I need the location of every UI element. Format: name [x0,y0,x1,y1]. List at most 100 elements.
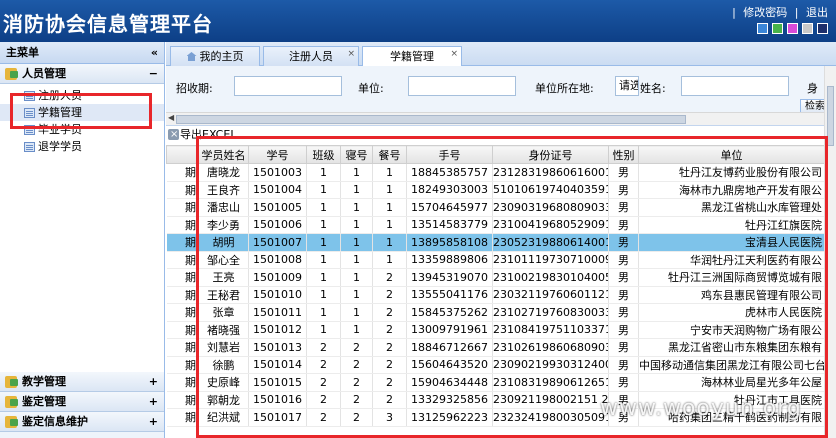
table-row[interactable]: 期李少勇 1501006 1 1 1 13514583779 231004196805290… [166,216,824,234]
table-row[interactable]: 期王亮 1501009 1 1 2 13945319070 2310021983010400… [166,268,824,287]
student-grid: 学员姓名 学号 班级 寝号 餐号 手号 身份证号 性别 单位 期唐晓龙 15010… [166,145,824,438]
grid-vertical-scrollbar[interactable] [824,66,836,438]
table-cell: 1 [372,251,407,269]
tab-registered[interactable]: 注册人员 × [263,46,359,66]
column-header[interactable]: 性别 [608,145,639,164]
sidebar-item-withdrawn[interactable]: 退学学员 [0,138,164,155]
table-cell: 1 [306,198,341,217]
scroll-left-icon[interactable]: ◀ [168,113,174,122]
table-cell: 男 [608,251,639,269]
table-cell: 1 [372,233,407,252]
table-row[interactable]: 期唐晓龙 1501003 1 1 1 18845385757 231283198606160… [166,163,824,182]
excel-icon [168,126,179,143]
table-cell: 1501004 [248,181,307,199]
table-cell: 张章 [198,303,249,322]
table-cell: 男 [608,356,639,374]
table-row[interactable]: 期张章 1501011 1 1 2 15845375262 2310271976083003… [166,303,824,322]
table-cell: 2 [372,268,407,287]
collapse-sidebar-button[interactable]: « [151,42,158,64]
table-cell: 期 [166,391,199,409]
group-appraisal-info[interactable]: 鉴定信息维护 + [0,412,164,432]
theme-green-button[interactable] [772,23,783,34]
group-teaching[interactable]: 教学管理 + [0,372,164,392]
table-cell: 2 [372,303,407,322]
expand-group-button[interactable]: + [149,412,158,432]
close-icon[interactable]: × [347,45,355,64]
logout-link[interactable]: 退出 [806,6,828,19]
table-cell: 2 [306,373,341,392]
table-cell: 牡丹江友博药业股份有限公司 [638,163,824,182]
group-appraisal[interactable]: 鉴定管理 + [0,392,164,412]
theme-blue-button[interactable] [757,23,768,34]
id-label: 身 [807,82,818,95]
column-header[interactable]: 班级 [306,145,341,164]
column-header[interactable]: 单位 [638,145,824,164]
collapse-group-button[interactable]: − [149,64,158,84]
theme-gray-button[interactable] [802,23,813,34]
table-cell: 1 [306,321,341,339]
scroll-thumb[interactable] [827,86,834,146]
app-header: 消防协会信息管理平台 | 修改密码 | 退出 [0,0,836,42]
table-cell: 1 [306,163,341,182]
table-cell: 2 [306,408,341,427]
table-cell: 1 [372,163,407,182]
table-cell: 15845375262 [406,303,493,322]
filter-scrollbar[interactable]: ◀ ▶ [166,112,836,125]
tab-enrollment[interactable]: 学籍管理 × [362,46,462,67]
table-cell: 中国移动通信集团黑龙江有限公司七台 [638,356,824,374]
table-cell: 虎林市人民医院 [638,303,824,322]
theme-dark-button[interactable] [817,23,828,34]
folder-icon [5,68,18,80]
table-cell: 1501013 [248,338,307,357]
column-header[interactable]: 餐号 [372,145,407,164]
expand-group-button[interactable]: + [149,372,158,392]
scroll-thumb[interactable] [176,115,686,124]
table-cell: 13359889806 [406,251,493,269]
table-cell: 刘慧岩 [198,338,249,357]
table-row[interactable]: 期刘慧岩 1501013 2 2 2 18846712667 231026198606809… [166,338,824,357]
theme-purple-button[interactable] [787,23,798,34]
table-row[interactable]: 期王良齐 1501004 1 1 1 18249303003 510106197404035… [166,181,824,199]
table-row[interactable]: 期潘忠山 1501005 1 1 1 15704645977 230903196808090… [166,198,824,217]
change-password-link[interactable]: 修改密码 [743,6,787,19]
table-cell: 男 [608,216,639,234]
sidebar-item-registered[interactable]: 注册人员 [0,87,164,104]
location-select[interactable]: 请选 [615,76,639,96]
table-row[interactable]: 期王秘君 1501010 1 1 2 13555041176 230321197606011… [166,286,824,304]
table-row[interactable]: 期胡明 1501007 1 1 1 13895858108 2305231988061400… [166,233,824,252]
sidebar-item-graduated[interactable]: 毕业学员 [0,121,164,138]
sidebar: 主菜单 « 人员管理 − 注册人员 学籍管理 毕业学员 退学学员 教学管理 + … [0,42,165,438]
table-cell: 232324198003050918 [492,408,609,427]
table-cell: 男 [608,286,639,304]
unit-input[interactable] [408,76,516,96]
column-header[interactable]: 学号 [248,145,307,164]
export-excel-button[interactable]: 导出EXCEL [180,128,236,141]
name-input[interactable] [681,76,789,96]
folder-icon [5,396,18,408]
table-cell: 510106197404035919 [492,181,609,199]
table-cell: 期 [166,163,199,182]
table-cell: 期 [166,338,199,357]
table-cell: 2 [340,408,373,427]
column-header[interactable]: 寝号 [340,145,373,164]
close-icon[interactable]: × [450,45,458,64]
table-row[interactable]: 期徐鹏 1501014 2 2 2 15604643520 2309021993031240… [166,356,824,374]
table-cell: 鸡东县惠民管理有限公司 [638,286,824,304]
column-header[interactable]: 身份证号 [492,145,609,164]
tab-home[interactable]: 我的主页 [170,46,260,66]
sidebar-item-enrollment[interactable]: 学籍管理 [0,104,164,121]
column-header[interactable]: 学员姓名 [198,145,249,164]
table-row[interactable]: 期史原峰 1501015 2 2 2 15904634448 231083198906126… [166,373,824,392]
group-personnel[interactable]: 人员管理 − [0,64,164,84]
table-header: 学员姓名 学号 班级 寝号 餐号 手号 身份证号 性别 单位 [166,145,824,164]
expand-group-button[interactable]: + [149,392,158,412]
table-row[interactable]: 期邹心全 1501008 1 1 1 13359889806 231011197307100… [166,251,824,269]
table-cell: 2 [306,391,341,409]
table-cell: 1501009 [248,268,307,287]
column-header[interactable]: 手号 [406,145,493,164]
table-row[interactable]: 期褚晓强 1501012 1 1 2 13009791961 231084197511033… [166,321,824,339]
table-cell: 期 [166,251,199,269]
enroll-period-input[interactable] [234,76,342,96]
theme-switcher [757,23,828,34]
menu-tree: 注册人员 学籍管理 毕业学员 退学学员 [0,84,164,372]
